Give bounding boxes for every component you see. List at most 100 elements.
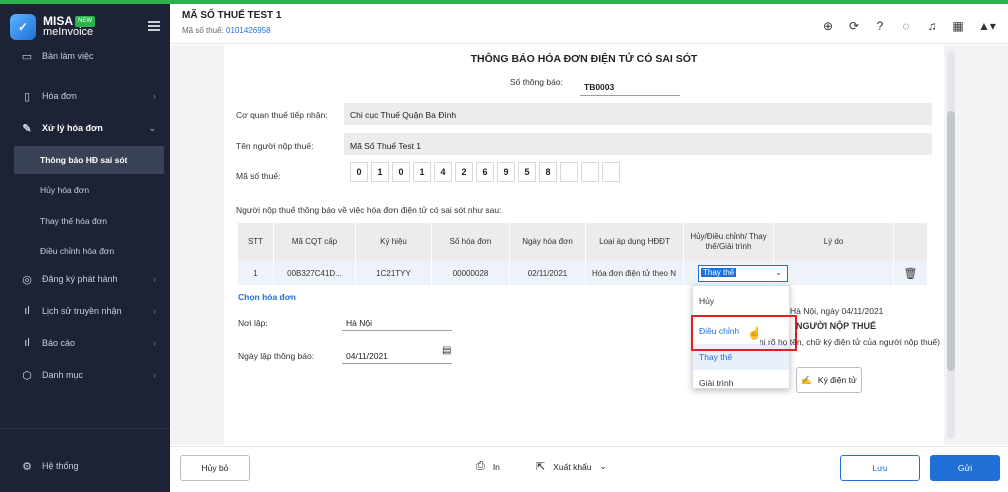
chevron-down-icon: ⌄ <box>775 268 782 277</box>
taxcode-digit[interactable] <box>560 162 578 182</box>
chevron-right-icon: › <box>153 370 156 380</box>
sidebar-subitem-cancel-invoice[interactable]: Hủy hóa đơn <box>0 176 170 204</box>
col-reason: Lý do <box>774 223 894 261</box>
chat-icon[interactable]: ◌ <box>898 18 914 34</box>
send-button[interactable]: Gửi <box>930 455 1000 481</box>
desktop-icon: ▭ <box>21 50 33 63</box>
apps-grid-icon[interactable]: ▦ <box>950 18 966 34</box>
sidebar-item-settings[interactable]: ⚙ Hệ thống <box>0 452 170 480</box>
sidebar-item-reports[interactable]: ıl Báo cáo › <box>0 329 170 357</box>
taxcode-digit[interactable]: 4 <box>434 162 452 182</box>
table-cell: 00B327C41D... <box>274 261 356 285</box>
date-label: Ngày lập thông báo: <box>238 351 315 361</box>
notice-no-label: Số thông báo: <box>510 77 563 87</box>
sidebar-item-workspace[interactable]: ▭ Bàn làm việc <box>0 42 170 70</box>
taxpayer-value[interactable]: Mã Số Thuế Test 1 <box>350 141 421 151</box>
calendar-icon[interactable]: ▤ <box>442 345 451 356</box>
sidebar: ✓ MISA NEW meInvoice ▭ Bàn làm việc ▯ Hóa đ… <box>0 4 170 492</box>
col-invoice-type: Loại áp dụng HĐĐT <box>586 223 684 261</box>
main-content: THÔNG BÁO HÓA ĐƠN ĐIỆN TỬ CÓ SAI SÓT Số … <box>170 45 1008 445</box>
tax-office-label: Cơ quan thuế tiếp nhận: <box>236 110 328 120</box>
user-icon[interactable]: ▲▾ <box>976 18 998 34</box>
taxcode-digit[interactable]: 6 <box>476 162 494 182</box>
logo[interactable]: ✓ MISA NEW meInvoice <box>10 12 95 42</box>
notice-form: THÔNG BÁO HÓA ĐƠN ĐIỆN TỬ CÓ SAI SÓT Số … <box>224 45 944 445</box>
add-icon[interactable]: ⊕ <box>820 18 836 34</box>
company-name: MÃ SỐ THUẾ TEST 1 <box>182 10 282 21</box>
header-taxid: Mã số thuế: 0101426958 <box>182 26 271 35</box>
export-icon: ⇱ <box>536 461 546 473</box>
choose-invoice-link[interactable]: Chọn hóa đơn <box>238 292 296 302</box>
bell-icon[interactable]: ♫ <box>924 18 940 34</box>
sidebar-item-transmission-history[interactable]: ıl Lịch sử truyền nhận › <box>0 297 170 325</box>
sidebar-item-catalog[interactable]: ⬡ Danh mục › <box>0 361 170 389</box>
sign-place-date: Hà Nội, ngày 04/11/2021 <box>790 306 884 316</box>
col-stt: STT <box>238 223 274 261</box>
chevron-down-icon: ⌄ <box>148 122 156 133</box>
option-cancel[interactable]: Hủy <box>693 288 789 314</box>
chevron-down-icon: ⌄ <box>599 461 607 471</box>
option-explain[interactable]: Giải trình <box>693 370 789 396</box>
table-cell: 1 <box>238 261 274 285</box>
sidebar-item-registration[interactable]: ◎ Đăng ký phát hành › <box>0 265 170 293</box>
table-cell: 02/11/2021 <box>510 261 586 285</box>
sidebar-subitem-replace-invoice[interactable]: Thay thế hóa đơn <box>0 207 170 235</box>
place-label: Nơi lập: <box>238 318 268 328</box>
signer-title: NGƯỜI NỘP THUẾ <box>796 321 876 331</box>
save-button[interactable]: Lưu <box>840 455 920 481</box>
col-invoice-date: Ngày hóa đơn <box>510 223 586 261</box>
tax-office-value[interactable]: Chi cục Thuế Quận Ba Đình <box>350 110 456 120</box>
menu-toggle-icon[interactable] <box>148 21 160 31</box>
sidebar-item-invoices[interactable]: ▯ Hóa đơn › <box>0 82 170 110</box>
taxcode-digit[interactable] <box>581 162 599 182</box>
taxcode-digit[interactable]: 1 <box>371 162 389 182</box>
form-title: THÔNG BÁO HÓA ĐƠN ĐIỆN TỬ CÓ SAI SÓT <box>470 53 698 65</box>
document-icon: ▯ <box>23 90 31 103</box>
scrollbar-thumb[interactable] <box>947 111 955 371</box>
refresh-icon[interactable]: ⟳ <box>846 18 862 34</box>
print-button[interactable]: ⎙ In <box>476 460 500 473</box>
export-button[interactable]: ⇱ Xuất khẩu ⌄ <box>536 460 607 473</box>
taxcode-digit[interactable]: 8 <box>539 162 557 182</box>
taxcode-digit[interactable]: 9 <box>497 162 515 182</box>
chevron-right-icon: › <box>153 338 156 348</box>
sidebar-subitem-adjust-invoice[interactable]: Điều chỉnh hóa đơn <box>0 237 170 265</box>
signature-icon: ✍ <box>801 374 812 385</box>
taxpayer-label: Tên người nộp thuế: <box>236 141 314 151</box>
action-select[interactable]: Thay thế ⌄ <box>698 265 788 282</box>
date-value[interactable]: 04/11/2021 <box>346 351 388 361</box>
trash-icon[interactable]: 🗑 <box>894 261 928 285</box>
help-icon[interactable]: ? <box>872 18 888 34</box>
app-root: ✓ MISA NEW meInvoice ▭ Bàn làm việc ▯ Hóa đ… <box>0 0 1008 492</box>
cancel-button[interactable]: Hủy bỏ <box>180 455 250 481</box>
esign-button[interactable]: ✍ Ký điện tử <box>796 367 862 393</box>
taxcode-digit[interactable]: 1 <box>413 162 431 182</box>
logo-icon: ✓ <box>10 14 36 40</box>
taxcode-digit[interactable]: 0 <box>350 162 368 182</box>
taxcode-label: Mã số thuế: <box>236 171 281 181</box>
col-action: Hủy/Điều chỉnh/ Thay thế/Giải trình <box>684 223 774 261</box>
taxcode-digit[interactable]: 0 <box>392 162 410 182</box>
sidebar-divider <box>0 428 170 429</box>
edit-document-icon: ✎ <box>22 122 32 135</box>
table-cell: 1C21TYY <box>356 261 432 285</box>
taxcode-digit[interactable]: 5 <box>518 162 536 182</box>
box-icon: ⬡ <box>22 369 32 382</box>
sidebar-item-process-invoices[interactable]: ✎ Xử lý hóa đơn ⌄ <box>0 114 170 142</box>
place-value[interactable]: Hà Nội <box>346 318 372 328</box>
brand-product: meInvoice <box>43 26 94 38</box>
taxcode-digit[interactable] <box>602 162 620 182</box>
bar-chart-icon: ıl <box>24 305 30 317</box>
taxcode-digit[interactable]: 2 <box>455 162 473 182</box>
reason-cell[interactable] <box>774 261 894 285</box>
printer-icon: ⎙ <box>476 460 485 472</box>
table-cell: 00000028 <box>432 261 510 285</box>
chevron-right-icon: › <box>153 274 156 284</box>
col-delete <box>894 223 928 261</box>
scrollbar[interactable] <box>947 51 955 439</box>
intro-text: Người nộp thuế thông báo về việc hóa đơn… <box>236 205 502 215</box>
col-cqt-code: Mã CQT cấp <box>274 223 356 261</box>
sidebar-subitem-error-notice[interactable]: Thông báo HĐ sai sót <box>14 146 164 174</box>
footer-toolbar: Hủy bỏ ⎙ In ⇱ Xuất khẩu ⌄ Lưu Gửi <box>170 446 1008 492</box>
col-invoice-no: Số hóa đơn <box>432 223 510 261</box>
